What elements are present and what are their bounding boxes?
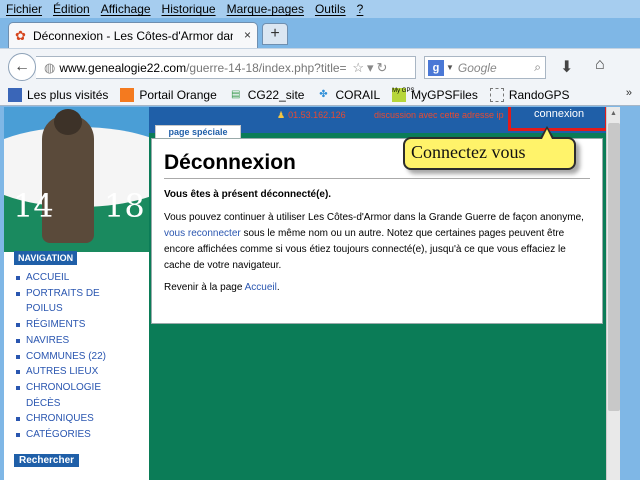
logout-paragraph: Vous pouvez continuer à utiliser Les Côt… [164,212,584,271]
engine-dropdown-icon[interactable]: ▼ [446,63,454,72]
home-icon[interactable]: ⌂ [595,56,605,74]
orange-logo-icon [120,87,135,102]
tab-strip: ✿ Déconnexion - Les Côtes-d'Armor dans l… [0,18,640,48]
back-arrow-icon[interactable]: ← [8,53,36,81]
menu-marque-pages[interactable]: Marque-pages [227,2,304,16]
chevron-right-icon[interactable]: » [626,87,632,99]
scrollbar-thumb[interactable] [608,123,620,411]
scroll-up-icon[interactable]: ▲ [610,110,617,117]
close-tab-icon[interactable]: × [244,28,251,42]
download-icon[interactable]: ⬇ [560,57,573,77]
navigation-list: ACCUEIL PORTRAITS DE POILUS RÉGIMENTS NA… [16,270,141,443]
nav-navires[interactable]: NAVIRES [16,333,141,349]
navigation-toolbar: ← ◍ www.genealogie22.com/guerre-14-18/in… [0,48,640,84]
menu-bar: Fichier Édition Affichage Historique Mar… [0,0,640,18]
search-icon[interactable]: ⌕ [534,60,541,75]
tab-page-speciale[interactable]: page spéciale [155,125,241,139]
url-path: /guerre-14-18/index.php?title= [186,60,347,75]
dropdown-arrow-icon[interactable]: ▾ [367,60,374,76]
nav-accueil[interactable]: ACCUEIL [16,270,141,286]
logo-year-right: 18 [104,187,145,225]
nav-chronologie[interactable]: CHRONOLOGIE [16,380,141,396]
search-heading: Rechercher [14,454,80,467]
nav-portraits[interactable]: PORTRAITS DE [16,286,141,302]
menu-affichage[interactable]: Affichage [101,2,151,16]
bookmark-corail[interactable]: ✤ CORAIL [316,88,380,102]
bookmark-cg22[interactable]: ▤ CG22_site [229,88,304,102]
nav-portraits-cont[interactable]: POILUS [16,301,141,317]
url-text[interactable]: www.genealogie22.com/guerre-14-18/index.… [59,61,349,75]
vertical-scrollbar[interactable]: ▲ [606,107,620,480]
search-box[interactable]: g ▼ Google ⌕ [424,56,546,79]
new-tab-button[interactable]: + [262,23,288,45]
return-line: Revenir à la page Accueil. [164,282,280,293]
callout-pointer-fill [542,129,552,139]
annotation-callout: Connectez vous [403,137,576,170]
page-icon [489,87,504,102]
site-favicon-icon: ✿ [15,27,26,43]
bookmark-star-icon[interactable]: ☆ [352,60,364,76]
menu-help[interactable]: ? [357,2,364,16]
site-logo[interactable]: 14 18 [4,107,149,252]
reload-icon[interactable]: ↻ [377,60,388,76]
nav-chronologie-cont[interactable]: DÉCÈS [16,396,141,412]
highlight-frame [508,107,606,131]
tab-deconnexion[interactable]: ✿ Déconnexion - Les Côtes-d'Armor dans l… [8,22,258,48]
nav-communes[interactable]: COMMUNES (22) [16,349,141,365]
menu-fichier[interactable]: Fichier [6,2,42,16]
nav-autres-lieux[interactable]: AUTRES LIEUX [16,364,141,380]
google-engine-icon[interactable]: g [428,59,444,76]
tab-title: Déconnexion - Les Côtes-d'Armor dans l..… [33,28,233,43]
bookmark-randogps[interactable]: RandoGPS [489,87,570,102]
menu-edition[interactable]: Édition [53,2,90,16]
mygps-favicon-icon: My GPS [392,87,414,102]
navigation-heading: NAVIGATION [14,251,78,265]
menu-outils[interactable]: Outils [315,2,346,16]
url-domain: www.genealogie22.com [59,60,187,75]
corail-favicon-icon: ✤ [319,88,328,100]
cg22-favicon-icon: ▤ [231,88,241,100]
bookmark-mygpsfiles[interactable]: My GPS MyGPSFiles [392,87,478,102]
ip-discussion-link[interactable]: discussion avec cette adresse ip [374,110,504,120]
nav-categories[interactable]: CATÉGORIES [16,427,141,443]
menu-historique[interactable]: Historique [162,2,216,16]
user-icon: ♟ [277,110,286,120]
window-frame [620,107,640,480]
accueil-link[interactable]: Accueil [245,282,277,293]
search-placeholder: Google [457,60,497,75]
url-bar[interactable]: ◍ www.genealogie22.com/guerre-14-18/inde… [36,56,416,79]
nav-regiments[interactable]: RÉGIMENTS [16,317,141,333]
logout-message: Vous êtes à présent déconnecté(e). [164,189,332,200]
bookmarks-folder-icon [8,87,22,102]
logo-year-left: 14 [13,187,54,225]
bookmarks-toolbar: Les plus visités Portail Orange ▤ CG22_si… [0,84,640,106]
bookmark-portail-orange[interactable]: Portail Orange [120,87,217,102]
globe-icon: ◍ [44,59,56,75]
bookmark-plus-visites[interactable]: Les plus visités [8,87,108,102]
reconnect-link[interactable]: vous reconnecter [164,228,241,239]
user-ip-link[interactable]: ♟ 01.53.162.126 [277,110,346,121]
nav-chroniques[interactable]: CHRONIQUES [16,411,141,427]
